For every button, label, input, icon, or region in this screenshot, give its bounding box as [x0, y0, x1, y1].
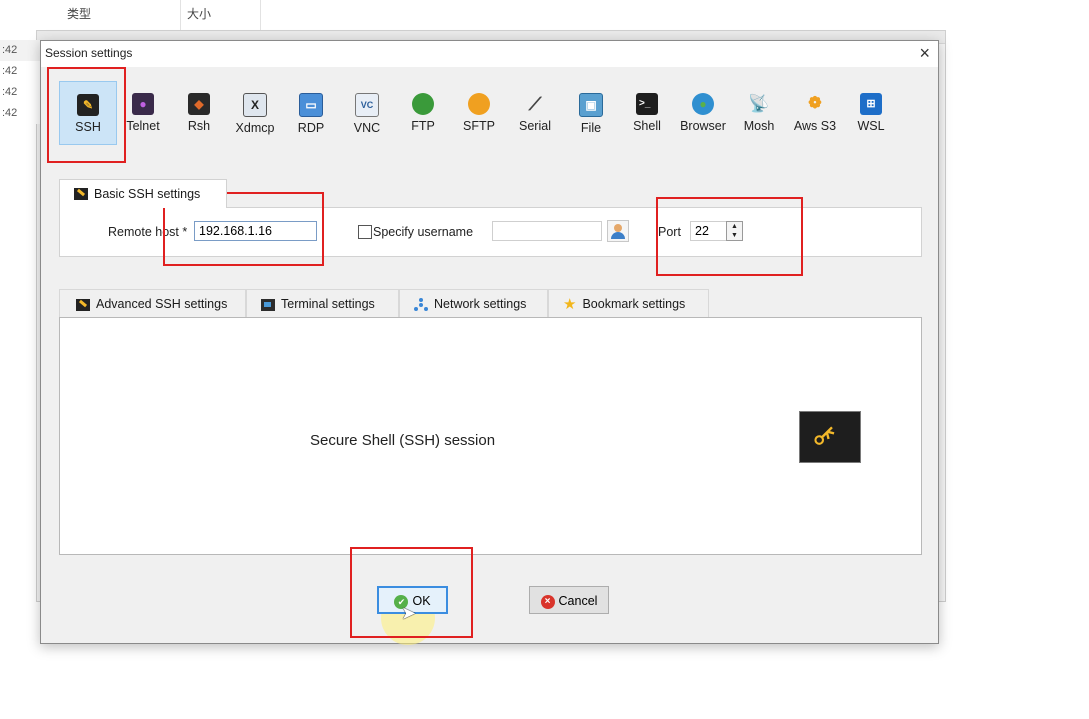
bg-time: :42: [0, 61, 40, 82]
session-type-label: SFTP: [463, 119, 495, 133]
session-type-file[interactable]: ▣ File: [563, 81, 619, 143]
rdp-icon: ▭: [299, 93, 323, 117]
terminal-icon: [261, 298, 275, 311]
session-type-label: Mosh: [743, 119, 775, 133]
tab-label: Basic SSH settings: [94, 187, 201, 201]
session-type-label: Browser: [680, 119, 726, 133]
bg-column-divider: [260, 0, 261, 30]
session-type-sftp[interactable]: SFTP: [451, 81, 507, 143]
tab-label: Advanced SSH settings: [96, 297, 228, 311]
key-icon: ⚷: [799, 411, 861, 463]
session-type-ssh[interactable]: ✎ SSH: [59, 81, 117, 145]
port-input[interactable]: [690, 221, 728, 241]
tab-bookmark-settings[interactable]: ★ Bookmark settings: [548, 289, 709, 317]
session-settings-dialog: Session settings × ✎ SSH ● Telnet ◆ Rsh …: [40, 40, 939, 645]
tab-label: Bookmark settings: [582, 297, 686, 311]
sftp-icon: [468, 93, 490, 115]
session-type-wsl[interactable]: ⊞ WSL: [843, 81, 899, 143]
spin-up-icon[interactable]: ▲: [727, 222, 742, 231]
bg-time: :42: [0, 40, 40, 61]
session-type-shell[interactable]: >_ Shell: [619, 81, 675, 143]
star-icon: ★: [563, 295, 577, 313]
wsl-icon: ⊞: [860, 93, 882, 115]
port-label: Port: [658, 225, 681, 239]
session-type-label: Serial: [519, 119, 551, 133]
mouse-cursor-icon: ➤: [401, 603, 417, 623]
cancel-label: Cancel: [558, 594, 598, 608]
user-picker-button[interactable]: [607, 220, 629, 242]
ssh-icon: [76, 298, 90, 311]
ssh-icon: [74, 188, 88, 200]
session-type-aws-s3[interactable]: ❁ Aws S3: [787, 81, 843, 143]
tab-network-settings[interactable]: Network settings: [399, 289, 548, 317]
session-type-label: Rsh: [187, 119, 211, 133]
user-icon: [614, 224, 622, 232]
session-description-panel: Secure Shell (SSH) session ⚷: [59, 317, 922, 555]
remote-host-label: Remote host *: [108, 225, 188, 239]
session-type-xdmcp[interactable]: X Xdmcp: [227, 81, 283, 143]
session-type-label: File: [580, 121, 602, 135]
browser-icon: ●: [692, 93, 714, 115]
cancel-icon: ×: [540, 594, 555, 609]
session-type-label: FTP: [411, 119, 435, 133]
session-type-browser[interactable]: ● Browser: [675, 81, 731, 143]
ssh-icon: ✎: [77, 94, 99, 116]
session-type-label: VNC: [353, 121, 381, 135]
session-type-label: WSL: [857, 119, 885, 133]
vnc-icon: VC: [355, 93, 379, 117]
remote-host-input[interactable]: [194, 221, 317, 241]
tab-basic-ssh-settings[interactable]: Basic SSH settings: [59, 179, 227, 208]
spin-down-icon[interactable]: ▼: [727, 231, 742, 240]
xdmcp-icon: X: [243, 93, 267, 117]
session-type-vnc[interactable]: VC VNC: [339, 81, 395, 143]
session-description: Secure Shell (SSH) session: [310, 432, 496, 449]
bg-column-size: 大小: [187, 7, 212, 21]
basic-ssh-settings-panel: Remote host * Specify username Port ▲ ▼: [59, 207, 922, 257]
session-type-label: Telnet: [126, 119, 160, 133]
tab-terminal-settings[interactable]: Terminal settings: [246, 289, 399, 317]
session-type-label: SSH: [75, 120, 101, 134]
file-icon: ▣: [579, 93, 603, 117]
specify-username-checkbox[interactable]: [358, 225, 372, 239]
specify-username-label: Specify username: [373, 225, 474, 239]
bg-time: :42: [0, 103, 40, 124]
network-icon: [414, 297, 428, 312]
bg-time: :42: [0, 82, 40, 103]
session-type-mosh[interactable]: 📡 Mosh: [731, 81, 787, 143]
session-type-serial[interactable]: ⟋ Serial: [507, 81, 563, 143]
session-type-telnet[interactable]: ● Telnet: [115, 81, 171, 143]
bg-time-list: :42 :42 :42 :42: [0, 40, 40, 124]
tab-label: Terminal settings: [281, 297, 375, 311]
session-type-rdp[interactable]: ▭ RDP: [283, 81, 339, 143]
telnet-icon: ●: [132, 93, 154, 115]
session-type-label: Xdmcp: [235, 121, 275, 135]
session-type-label: Aws S3: [793, 119, 837, 133]
ftp-icon: [412, 93, 434, 115]
bg-column-type: 类型: [67, 7, 92, 21]
session-type-rsh[interactable]: ◆ Rsh: [171, 81, 227, 143]
session-type-label: Shell: [633, 119, 661, 133]
dialog-titlebar: Session settings ×: [41, 41, 938, 67]
aws-s3-icon: ❁: [808, 95, 822, 112]
tab-label: Network settings: [434, 297, 527, 311]
bg-column-divider: [180, 0, 181, 30]
port-spinner[interactable]: ▲ ▼: [726, 221, 743, 241]
username-input[interactable]: [492, 221, 602, 241]
session-type-ftp[interactable]: FTP: [395, 81, 451, 143]
close-icon[interactable]: ×: [919, 43, 930, 63]
serial-icon: ⟋: [528, 94, 542, 114]
rsh-icon: ◆: [188, 93, 210, 115]
session-type-label: RDP: [297, 121, 325, 135]
tab-advanced-ssh-settings[interactable]: Advanced SSH settings: [59, 289, 246, 317]
mosh-icon: 📡: [748, 94, 770, 113]
cancel-button[interactable]: × Cancel: [529, 586, 609, 614]
shell-icon: >_: [636, 93, 658, 115]
dialog-title: Session settings: [45, 46, 133, 60]
